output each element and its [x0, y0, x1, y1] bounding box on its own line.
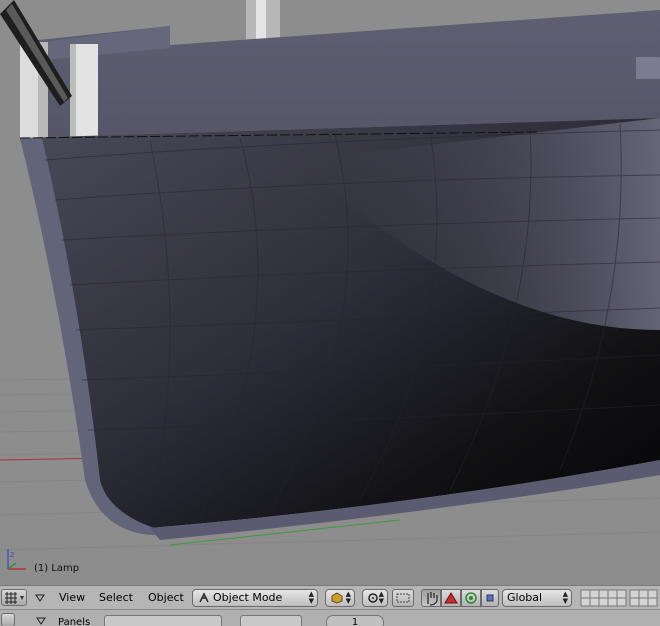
mode-select-value: Object Mode — [213, 591, 283, 604]
frame-number-field[interactable]: 1 — [326, 615, 384, 626]
buttons-window-header: Panels 1 — [0, 609, 660, 626]
object-menu[interactable]: Object — [148, 590, 184, 606]
collapse-triangle-icon[interactable] — [33, 590, 47, 606]
select-menu[interactable]: Select — [99, 590, 133, 606]
shading-cube-icon — [330, 591, 344, 605]
rotate-icon[interactable] — [441, 589, 461, 607]
mode-select[interactable]: Object Mode ▲ ▼ — [192, 589, 318, 607]
translate-hand-icon[interactable] — [421, 589, 441, 607]
dropdown-arrows-icon: ▲ ▼ — [378, 590, 384, 605]
scale-icon[interactable] — [461, 589, 481, 607]
manipulator-toggle-icon[interactable] — [392, 589, 414, 607]
object-info-label: (1) Lamp — [34, 563, 80, 574]
view-menu[interactable]: View — [59, 590, 85, 606]
window-type-icon[interactable] — [1, 613, 15, 626]
layers-icon[interactable] — [580, 589, 660, 607]
svg-text:z: z — [10, 550, 14, 559]
dropdown-arrows-icon: ▲ ▼ — [345, 590, 351, 605]
3d-viewport[interactable]: z (1) Lamp — [0, 0, 660, 585]
panel-tabs-icon[interactable] — [104, 615, 222, 626]
view-type-grid-icon[interactable] — [1, 589, 27, 606]
ship-hull-render — [0, 0, 660, 551]
viewport-header: View Select Object Object Mode ▲ ▼ ▲ ▼ ▲ ▼ … — [0, 585, 660, 610]
dropdown-arrows-icon: ▲ ▼ — [308, 590, 314, 605]
dropdown-arrows-icon: ▲ ▼ — [562, 590, 568, 605]
mode-square-icon[interactable] — [481, 589, 499, 607]
context-buttons-icon[interactable] — [240, 615, 302, 626]
orientation-select-value: Global — [507, 591, 543, 604]
pivot-select[interactable]: ▲ ▼ — [362, 589, 388, 607]
panels-menu[interactable]: Panels — [58, 615, 90, 626]
draw-type-select[interactable]: ▲ ▼ — [325, 589, 355, 607]
axis-gizmo-icon: z — [7, 549, 26, 570]
object-mode-icon — [197, 591, 211, 605]
orientation-select[interactable]: Global ▲ ▼ — [502, 589, 572, 607]
